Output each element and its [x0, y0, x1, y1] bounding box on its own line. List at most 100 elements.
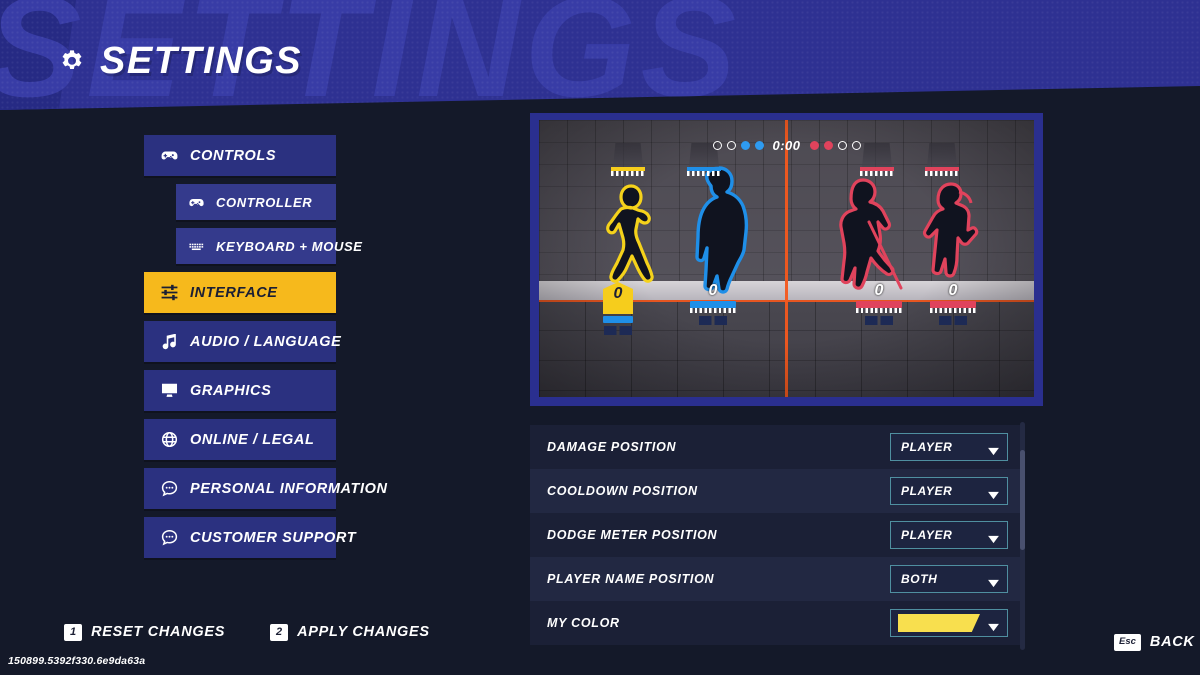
build-version: 150899.5392f330.6e9da63a [8, 655, 146, 667]
gear-icon [58, 48, 86, 76]
health-bar [690, 301, 736, 308]
setting-label: DAMAGE POSITION [547, 440, 677, 454]
cooldown-bar-player-3 [860, 143, 894, 176]
sidebar-item-label: AUDIO / LANGUAGE [190, 333, 342, 350]
cooldown-bar-player-1 [611, 143, 645, 176]
score-dot [726, 141, 736, 150]
damage-value: 0 [708, 282, 718, 299]
settings-scrollbar[interactable] [1020, 422, 1025, 650]
sidebar-item-online-legal[interactable]: ONLINE / LEGAL [144, 419, 336, 460]
chevron-down-icon [987, 487, 1000, 499]
dropdown-value: PLAYER [901, 528, 953, 542]
key-badge-2: 2 [270, 624, 289, 641]
keyboard-icon [188, 238, 205, 255]
setting-row-cooldown-position: COOLDOWN POSITION PLAYER [530, 469, 1022, 513]
setting-row-my-color: MY COLOR [530, 601, 1022, 645]
player-hud-badge-4: 0 [925, 283, 981, 325]
chevron-down-icon [987, 575, 1000, 587]
score-dot [851, 141, 861, 150]
dodge-meter-teeth [687, 170, 721, 176]
chevron-down-icon [987, 531, 1000, 543]
hud-preview-panel: 0:00 0 0 0 0 [530, 113, 1043, 406]
player-hud-badge-3: 0 [851, 283, 907, 325]
sidebar-item-label: ONLINE / LEGAL [190, 431, 315, 448]
character-silhouette-player-1 [597, 182, 667, 298]
dodge-meter-teeth [860, 170, 894, 176]
sidebar-item-controls[interactable]: CONTROLS [144, 135, 336, 176]
player-legs [865, 316, 893, 325]
gamepad-icon [188, 194, 205, 211]
dropdown-value: PLAYER [901, 440, 953, 454]
player-hud-badge-self: 0 [601, 282, 635, 335]
settings-sidebar: CONTROLS CONTROLLER KEYBOARD + MOUSE INT… [144, 135, 387, 566]
dodge-meter-teeth [856, 308, 902, 313]
settings-list: DAMAGE POSITION PLAYER COOLDOWN POSITION… [530, 425, 1022, 645]
dodge-meter-teeth [690, 308, 736, 313]
sidebar-item-graphics[interactable]: GRAPHICS [144, 370, 336, 411]
monitor-icon [160, 381, 179, 400]
health-bar [603, 316, 633, 323]
sidebar-item-label: PERSONAL INFORMATION [190, 480, 388, 497]
player-legs [939, 316, 967, 325]
dropdown-value: BOTH [901, 572, 938, 586]
scene-center-line [785, 120, 788, 397]
sidebar-item-label: KEYBOARD + MOUSE [216, 238, 363, 254]
setting-label: DODGE METER POSITION [547, 528, 718, 542]
dodge-meter-position-dropdown[interactable]: PLAYER [890, 521, 1008, 549]
player-legs [604, 326, 632, 335]
sidebar-item-interface[interactable]: INTERFACE [144, 272, 336, 313]
match-timer: 0:00 [772, 138, 801, 153]
music-note-icon [160, 332, 179, 351]
setting-row-player-name-position: PLAYER NAME POSITION BOTH [530, 557, 1022, 601]
chevron-down-icon [987, 619, 1000, 631]
back-button[interactable]: Esc BACK [1114, 634, 1195, 651]
score-hud: 0:00 [712, 138, 861, 153]
dodge-meter-teeth [930, 308, 976, 313]
settings-screen: SETTINGS SETTINGS CONTROLS CONTROLLER [0, 0, 1200, 675]
chat-bubble-icon [160, 479, 179, 498]
sidebar-item-label: CONTROLLER [216, 194, 313, 210]
apply-changes-label: APPLY CHANGES [297, 624, 430, 641]
cooldown-shield [862, 143, 892, 167]
damage-position-dropdown[interactable]: PLAYER [890, 433, 1008, 461]
score-dot [809, 141, 819, 150]
sidebar-item-controller[interactable]: CONTROLLER [176, 184, 336, 220]
sidebar-item-audio-language[interactable]: AUDIO / LANGUAGE [144, 321, 341, 362]
damage-value: 0 [948, 282, 958, 299]
gamepad-icon [160, 146, 179, 165]
sidebar-item-personal-information[interactable]: PERSONAL INFORMATION [144, 468, 387, 509]
cooldown-position-dropdown[interactable]: PLAYER [890, 477, 1008, 505]
dodge-meter-teeth [925, 170, 959, 176]
health-bar [930, 301, 976, 308]
chevron-down-icon [987, 443, 1000, 455]
score-dot [712, 141, 722, 150]
my-color-dropdown[interactable] [890, 609, 1008, 637]
player-name-position-dropdown[interactable]: BOTH [890, 565, 1008, 593]
sliders-icon [160, 283, 179, 302]
score-dot [823, 141, 833, 150]
score-dot [754, 141, 764, 150]
chat-bubble-icon [160, 528, 179, 547]
sidebar-item-label: INTERFACE [190, 284, 278, 301]
apply-changes-button[interactable]: 2 APPLY CHANGES [270, 624, 430, 641]
dropdown-value: PLAYER [901, 484, 953, 498]
health-bar [856, 301, 902, 308]
reset-changes-button[interactable]: 1 RESET CHANGES [64, 624, 225, 641]
game-scene: 0:00 0 0 0 0 [539, 120, 1034, 397]
score-dot [740, 141, 750, 150]
damage-value: 0 [874, 282, 884, 299]
player-legs [699, 316, 727, 325]
player-hud-badge-2: 0 [685, 283, 741, 325]
scrollbar-thumb[interactable] [1020, 450, 1025, 550]
page-title-text: SETTINGS [100, 40, 303, 82]
key-badge-esc: Esc [1114, 634, 1141, 651]
sidebar-item-keyboard-mouse[interactable]: KEYBOARD + MOUSE [176, 228, 362, 264]
color-swatch [898, 614, 980, 632]
setting-row-damage-position: DAMAGE POSITION PLAYER [530, 425, 1022, 469]
sidebar-item-label: GRAPHICS [190, 382, 272, 399]
sidebar-item-label: CUSTOMER SUPPORT [190, 529, 357, 546]
setting-label: PLAYER NAME POSITION [547, 572, 715, 586]
sidebar-item-customer-support[interactable]: CUSTOMER SUPPORT [144, 517, 356, 558]
back-label: BACK [1149, 634, 1195, 651]
key-badge-1: 1 [64, 624, 83, 641]
